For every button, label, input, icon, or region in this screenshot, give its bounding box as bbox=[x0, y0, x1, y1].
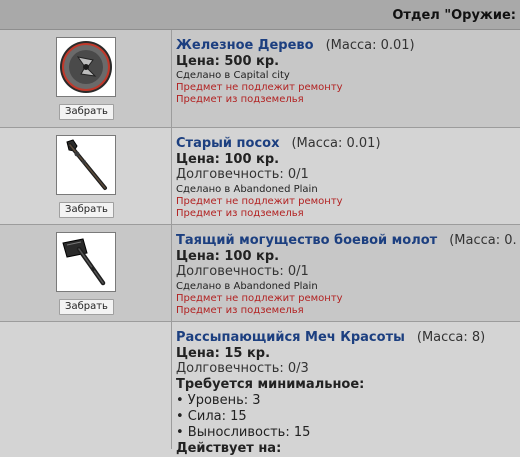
item-row: Забрать Старый посох (Масса: 0.01) Цена: … bbox=[0, 128, 520, 225]
requirement-endurance: • Выносливость: 15 bbox=[176, 425, 311, 440]
item-no-repair: Предмет не подлежит ремонту bbox=[176, 82, 343, 93]
take-button[interactable]: Забрать bbox=[59, 202, 114, 218]
item-image-cell: Забрать bbox=[0, 225, 172, 321]
item-image-cell: Забрать bbox=[0, 30, 172, 127]
effects-title: Действует на: bbox=[176, 441, 282, 456]
item-no-repair: Предмет не подлежит ремонту bbox=[176, 293, 343, 304]
requirement-strength: • Сила: 15 bbox=[176, 409, 247, 424]
section-header: Отдел "Оружие: bbox=[0, 0, 520, 30]
item-durability: Долговечность: 0/1 bbox=[176, 167, 309, 182]
item-mass: (Масса: 8) bbox=[416, 330, 486, 345]
item-durability: Долговечность: 0/3 bbox=[176, 361, 309, 376]
item-price: Цена: 500 кр. bbox=[176, 54, 280, 69]
item-mass: (Масса: 0.01) bbox=[325, 38, 415, 53]
staff-icon bbox=[56, 135, 116, 195]
item-made-in: Сделано в Abandoned Plain bbox=[176, 184, 318, 195]
item-info: Рассыпающийся Меч Красоты (Масса: 8) Цена… bbox=[176, 330, 520, 457]
item-info: Железное Дерево (Масса: 0.01) Цена: 500 к… bbox=[176, 38, 520, 106]
item-info: Старый посох (Масса: 0.01) Цена: 100 кр. … bbox=[176, 136, 520, 220]
medallion-icon bbox=[56, 37, 116, 97]
item-price: Цена: 15 кр. bbox=[176, 346, 271, 361]
take-button[interactable]: Забрать bbox=[59, 104, 114, 120]
requirements-title: Требуется минимальное: bbox=[176, 377, 365, 392]
item-dungeon: Предмет из подземелья bbox=[176, 94, 304, 105]
item-name-link[interactable]: Железное Дерево bbox=[176, 38, 314, 53]
item-mass: (Масса: 0.01) bbox=[291, 136, 381, 151]
item-durability: Долговечность: 0/1 bbox=[176, 264, 309, 279]
item-made-in: Сделано в Capital city bbox=[176, 70, 290, 81]
hammer-icon bbox=[56, 232, 116, 292]
item-name-link[interactable]: Старый посох bbox=[176, 136, 279, 151]
item-row: Забрать Железное Дерево (Масса: 0.01) Цен… bbox=[0, 30, 520, 128]
item-mass: (Масса: 0. bbox=[449, 233, 517, 248]
item-image-cell bbox=[0, 322, 172, 449]
item-info: Таящий могущество боевой молот (Масса: 0.… bbox=[176, 233, 520, 317]
item-no-repair: Предмет не подлежит ремонту bbox=[176, 196, 343, 207]
item-row: Рассыпающийся Меч Красоты (Масса: 8) Цена… bbox=[0, 322, 520, 456]
take-button[interactable]: Забрать bbox=[59, 299, 114, 315]
item-image-cell: Забрать bbox=[0, 128, 172, 224]
item-name-link[interactable]: Рассыпающийся Меч Красоты bbox=[176, 330, 405, 345]
item-name-link[interactable]: Таящий могущество боевой молот bbox=[176, 233, 437, 248]
section-title: Отдел "Оружие: bbox=[392, 8, 516, 23]
item-dungeon: Предмет из подземелья bbox=[176, 208, 304, 219]
item-price: Цена: 100 кр. bbox=[176, 152, 280, 167]
item-made-in: Сделано в Abandoned Plain bbox=[176, 281, 318, 292]
item-price: Цена: 100 кр. bbox=[176, 249, 280, 264]
item-dungeon: Предмет из подземелья bbox=[176, 305, 304, 316]
item-row: Забрать Таящий могущество боевой молот (М… bbox=[0, 225, 520, 322]
requirement-level: • Уровень: 3 bbox=[176, 393, 261, 408]
